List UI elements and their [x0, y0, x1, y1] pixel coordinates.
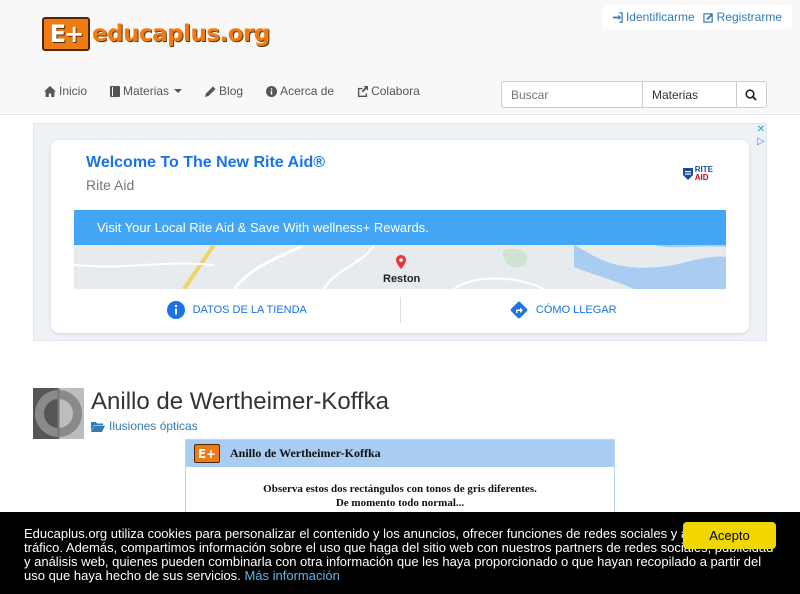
account-links: Identificarme Registrarme [601, 5, 792, 29]
nav-blog-label: Blog [219, 84, 244, 98]
accept-cookies-button[interactable]: Acepto [683, 522, 776, 549]
ad-badges: ✕ ▷ [757, 124, 765, 148]
chevron-down-icon [174, 89, 183, 93]
cookie-more-link[interactable]: Más información [244, 568, 339, 583]
pencil-icon [205, 86, 216, 97]
register-label: Registrarme [716, 10, 782, 24]
directions-icon [510, 301, 528, 319]
ad-advertiser: Rite Aid [86, 177, 135, 193]
directions-button[interactable]: CÓMO LLEGAR [401, 295, 727, 325]
nav-contribute[interactable]: Colabora [357, 84, 420, 98]
nav-subjects[interactable]: Materias [110, 84, 183, 98]
search-icon [745, 88, 757, 101]
ad-banner-text: Visit Your Local Rite Aid & Save With we… [97, 220, 429, 235]
nav-subjects-label: Materias [123, 84, 170, 98]
cookie-banner: Educaplus.org utiliza cookies para perso… [0, 512, 800, 594]
map-label: Reston [383, 273, 421, 285]
site-logo[interactable]: E+ educaplus.org [42, 17, 270, 51]
search-category-value: Materias [652, 87, 699, 102]
nav-contribute-label: Colabora [371, 84, 420, 98]
preview-text: Observa estos dos rectángulos con tonos … [186, 482, 614, 510]
cookie-text: Educaplus.org utiliza cookies para perso… [24, 526, 774, 583]
search-input[interactable] [502, 82, 643, 107]
ad-close-icon[interactable]: ✕ [757, 124, 765, 136]
thumbnail-image [33, 388, 84, 439]
article-category-label: Ilusiones ópticas [109, 419, 198, 433]
ad-map[interactable]: Reston [74, 245, 726, 289]
preview-title: Anillo de Wertheimer-Koffka [230, 446, 381, 460]
logo-text: educaplus.org [92, 21, 270, 47]
preview-header: E+ Anillo de Wertheimer-Koffka [186, 440, 614, 467]
folder-open-icon [91, 421, 105, 432]
edit-icon [702, 12, 713, 23]
search-form: Materias [501, 81, 767, 108]
sign-in-icon [612, 11, 623, 23]
article-thumbnail[interactable] [33, 388, 84, 439]
logo-mark: E+ [42, 17, 90, 51]
nav-about-label: Acerca de [280, 84, 335, 98]
main-nav: Inicio Materias Blog Acerca de Colabora [44, 84, 443, 98]
register-link[interactable]: Registrarme [702, 10, 782, 24]
nav-blog[interactable]: Blog [205, 84, 243, 98]
map-pin-icon [396, 255, 406, 269]
info-icon [266, 85, 278, 97]
search-category-select[interactable]: Materias [643, 82, 737, 107]
nav-about[interactable]: Acerca de [266, 84, 334, 98]
ad-choices-icon[interactable]: ▷ [757, 136, 765, 148]
preview-line-2: De momento todo normal... [335, 497, 465, 509]
nav-home[interactable]: Inicio [44, 84, 87, 98]
ad-logo-line2: AID [694, 173, 709, 182]
store-details-label: DATOS DE LA TIENDA [192, 304, 307, 316]
ad-actions: DATOS DE LA TIENDA CÓMO LLEGAR [74, 295, 726, 325]
site-header: E+ educaplus.org Identificarme Registrar… [0, 0, 800, 115]
nav-home-label: Inicio [59, 84, 88, 98]
article-category[interactable]: Ilusiones ópticas [91, 419, 198, 433]
ad-title[interactable]: Welcome To The New Rite Aid® [86, 154, 325, 172]
rite-aid-logo-icon [682, 168, 693, 180]
info-circle-icon [166, 301, 185, 319]
share-icon [358, 85, 369, 97]
book-icon [110, 85, 121, 97]
advertisement: ✕ ▷ Welcome To The New Rite Aid® Rite Ai… [33, 123, 767, 341]
directions-label: CÓMO LLEGAR [535, 304, 617, 316]
store-details-button[interactable]: DATOS DE LA TIENDA [74, 295, 400, 325]
ad-banner[interactable]: Visit Your Local Rite Aid & Save With we… [74, 210, 726, 245]
ad-logo: RITE AID [682, 166, 713, 182]
login-link[interactable]: Identificarme [612, 10, 695, 24]
page-title: Anillo de Wertheimer-Koffka [91, 388, 389, 415]
cookie-message: Educaplus.org utiliza cookies para perso… [24, 527, 774, 583]
login-label: Identificarme [625, 10, 695, 24]
preview-logo: E+ [194, 444, 220, 463]
home-icon [44, 85, 56, 97]
search-button[interactable] [737, 82, 766, 107]
ad-card[interactable]: Welcome To The New Rite Aid® Rite Aid RI… [51, 140, 749, 333]
preview-line-1: Observa estos dos rectángulos con tonos … [263, 483, 537, 495]
